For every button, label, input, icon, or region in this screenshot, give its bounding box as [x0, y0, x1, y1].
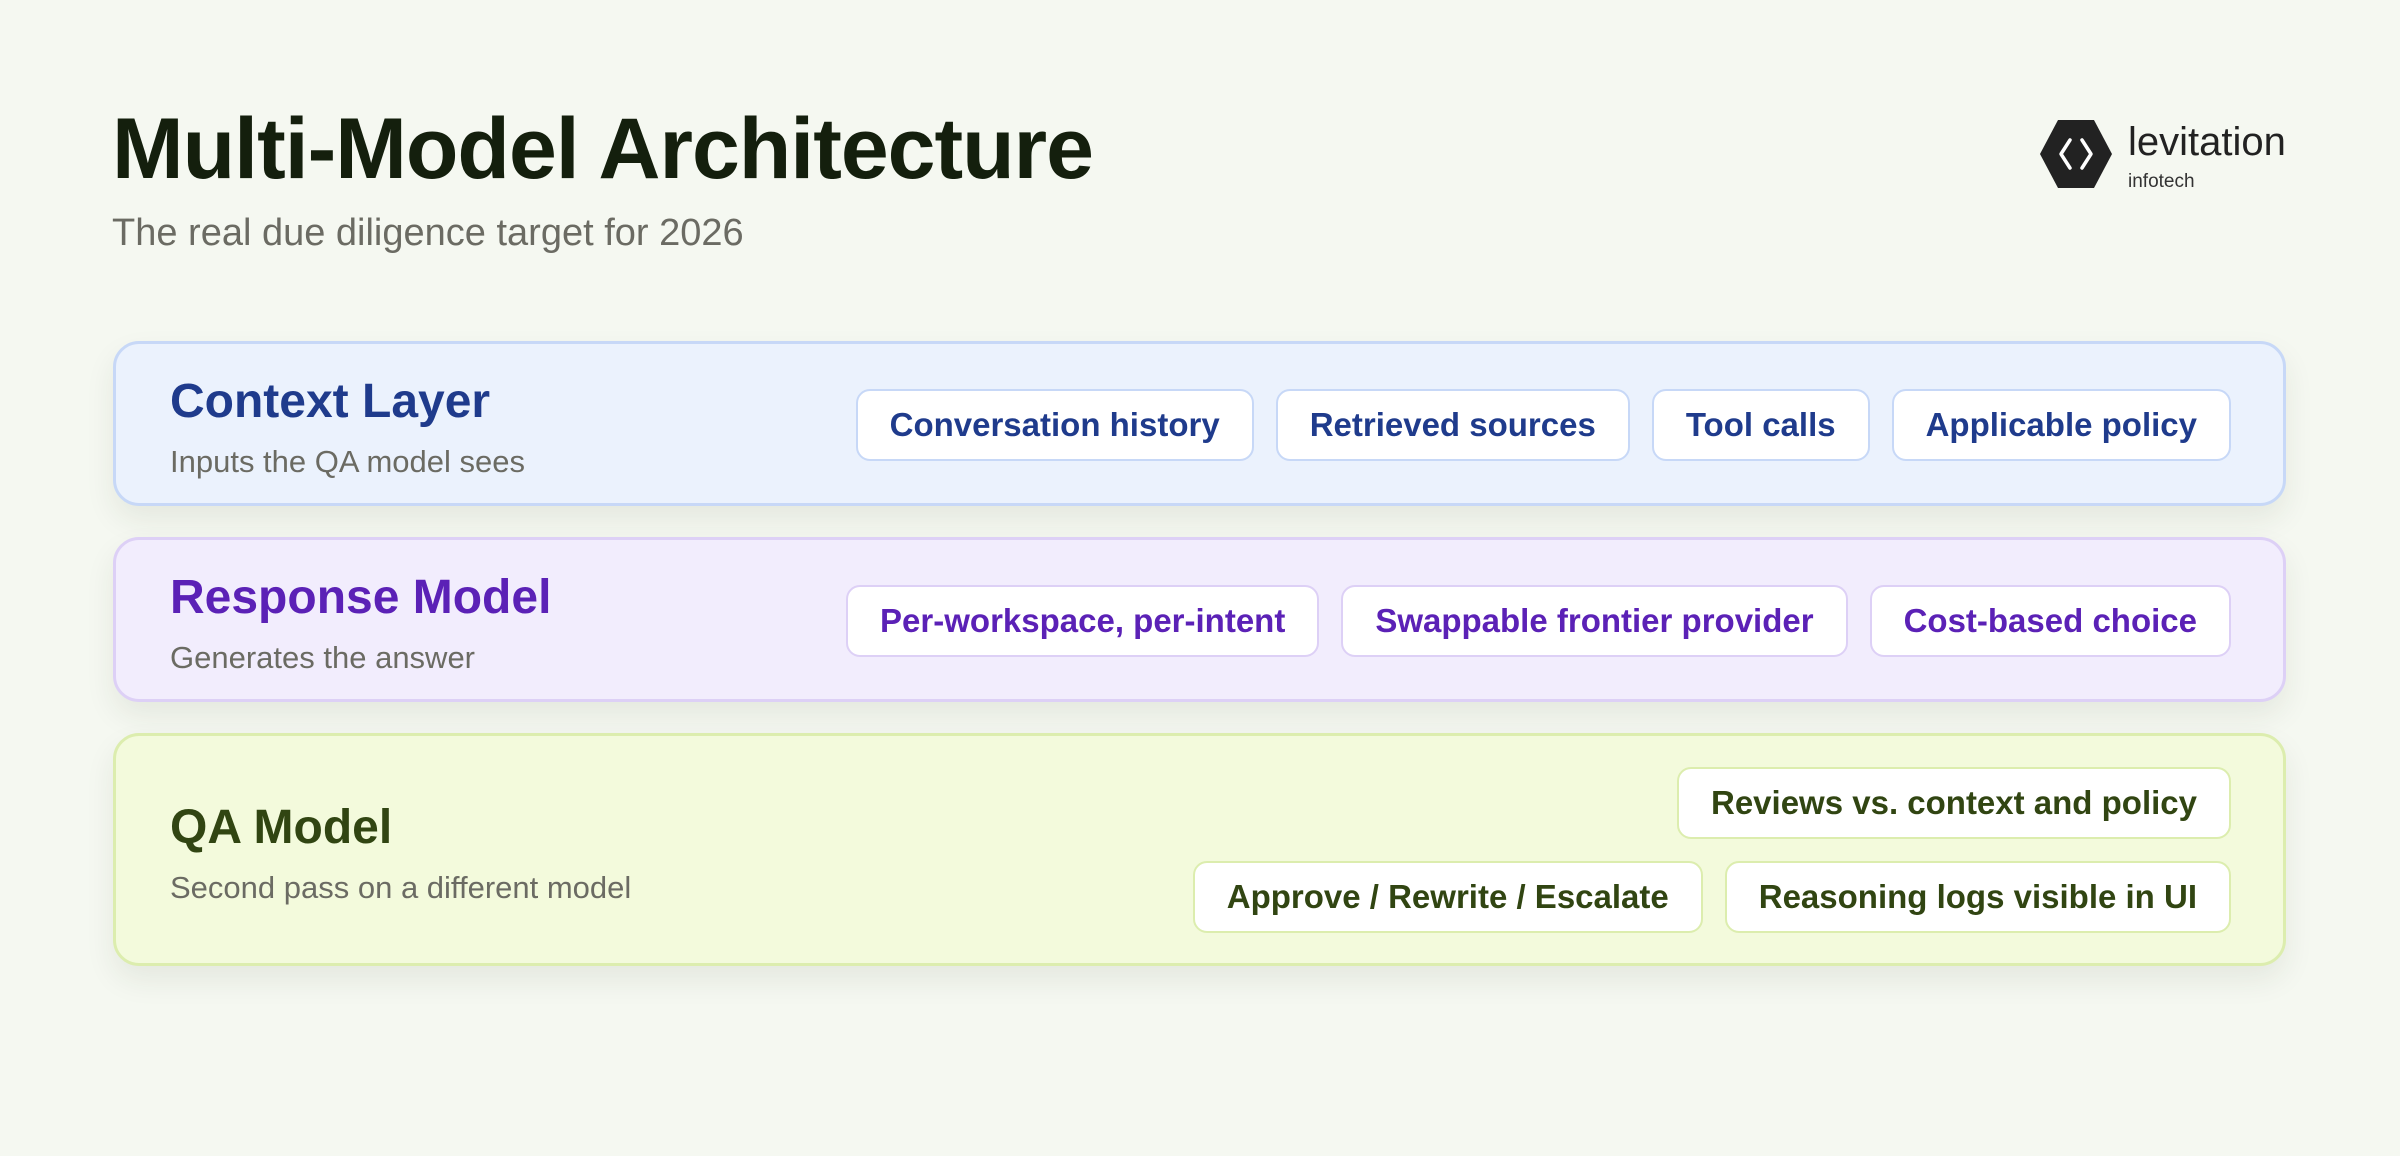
brand-subname: infotech	[2128, 171, 2195, 192]
hexagon-code-icon	[2040, 120, 2112, 188]
chip-applicable-policy: Applicable policy	[1891, 389, 2231, 461]
chip-tool-calls: Tool calls	[1651, 389, 1870, 461]
response-model-band: Response Model Generates the answer Per-…	[113, 537, 2286, 702]
chip-per-workspace: Per-workspace, per-intent	[846, 585, 1320, 657]
context-layer-band: Context Layer Inputs the QA model sees C…	[113, 341, 2286, 506]
layer-description: Second pass on a different model	[170, 870, 632, 905]
page-subtitle: The real due diligence target for 2026	[112, 212, 744, 254]
chip-group: Reviews vs. context and policy Approve /…	[1151, 767, 2231, 933]
chip-group: Conversation history Retrieved sources T…	[855, 389, 2231, 461]
layer-title: Response Model	[170, 571, 552, 624]
layer-description: Inputs the QA model sees	[170, 444, 525, 479]
layer-description: Generates the answer	[170, 640, 476, 675]
chip-reviews-context-policy: Reviews vs. context and policy	[1676, 767, 2231, 839]
brand-logo: levitation infotech	[2040, 118, 2300, 198]
page-title: Multi-Model Architecture	[112, 101, 1094, 197]
qa-model-band: QA Model Second pass on a different mode…	[113, 733, 2286, 966]
chip-group: Per-workspace, per-intent Swappable fron…	[846, 585, 2231, 657]
brand-name: levitation	[2128, 120, 2286, 164]
chip-reasoning-logs: Reasoning logs visible in UI	[1724, 861, 2231, 933]
chip-swappable-provider: Swappable frontier provider	[1341, 585, 1848, 657]
chip-cost-based-choice: Cost-based choice	[1869, 585, 2231, 657]
layer-title: QA Model	[170, 801, 393, 854]
chip-retrieved-sources: Retrieved sources	[1275, 389, 1630, 461]
chip-conversation-history: Conversation history	[855, 389, 1254, 461]
layer-title: Context Layer	[170, 375, 491, 428]
chip-approve-rewrite-escalate: Approve / Rewrite / Escalate	[1192, 861, 1703, 933]
